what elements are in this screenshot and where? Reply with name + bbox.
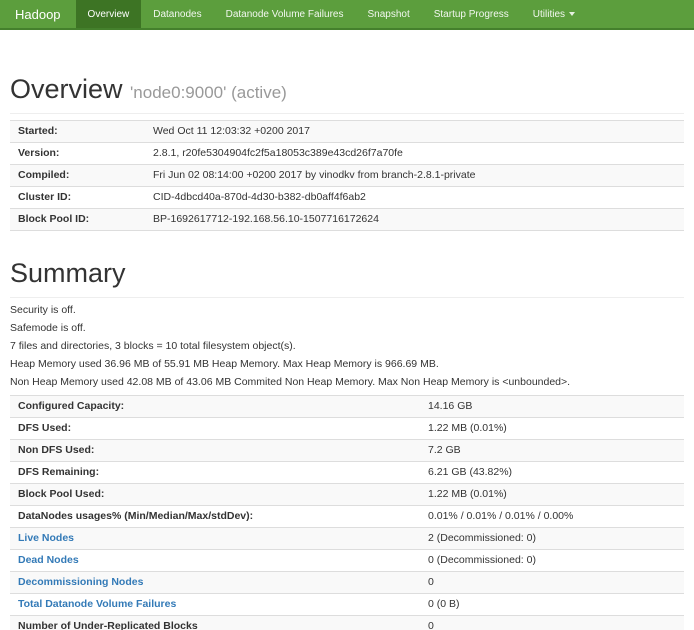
nav-item-label: Datanode Volume Failures [226, 9, 344, 20]
decommissioning-nodes-link[interactable]: Decommissioning Nodes [18, 576, 143, 588]
summary-notes: Security is off. Safemode is off. 7 file… [10, 305, 684, 388]
row-value: 1.22 MB (0.01%) [420, 484, 684, 506]
heap-memory-usage: Heap Memory used 36.96 MB of 55.91 MB He… [10, 359, 684, 370]
overview-title: Overview [10, 74, 123, 104]
row-value: 0.01% / 0.01% / 0.01% / 0.00% [420, 506, 684, 528]
table-row-compiled: Compiled: Fri Jun 02 08:14:00 +0200 2017… [10, 165, 684, 187]
nav-item-snapshot[interactable]: Snapshot [355, 0, 421, 28]
table-row-total-datanode-volume-failures: Total Datanode Volume Failures 0 (0 B) [10, 594, 684, 616]
nav-item-datanode-volume-failures[interactable]: Datanode Volume Failures [214, 0, 356, 28]
row-label: DFS Remaining: [10, 462, 420, 484]
hadoop-brand[interactable]: Hadoop [0, 0, 76, 28]
row-label: Block Pool Used: [10, 484, 420, 506]
nav-item-overview[interactable]: Overview [76, 0, 142, 28]
nav-item-label: Datanodes [153, 9, 201, 20]
table-row-started: Started: Wed Oct 11 12:03:32 +0200 2017 [10, 121, 684, 143]
total-datanode-volume-failures-link[interactable]: Total Datanode Volume Failures [18, 598, 176, 610]
table-row-block-pool-used: Block Pool Used: 1.22 MB (0.01%) [10, 484, 684, 506]
row-label: DFS Used: [10, 418, 420, 440]
table-row-live-nodes: Live Nodes 2 (Decommissioned: 0) [10, 528, 684, 550]
row-label: DataNodes usages% (Min/Median/Max/stdDev… [10, 506, 420, 528]
row-label: Version: [10, 143, 145, 165]
overview-info-table: Started: Wed Oct 11 12:03:32 +0200 2017 … [10, 120, 684, 231]
row-value: Fri Jun 02 08:14:00 +0200 2017 by vinodk… [145, 165, 684, 187]
namenode-address: 'node0:9000' (active) [130, 83, 287, 102]
row-value: 0 (0 B) [420, 594, 684, 616]
security-status: Security is off. [10, 305, 684, 316]
safemode-status: Safemode is off. [10, 323, 684, 334]
table-row-dfs-used: DFS Used: 1.22 MB (0.01%) [10, 418, 684, 440]
row-label: Cluster ID: [10, 187, 145, 209]
summary-stats-table: Configured Capacity: 14.16 GB DFS Used: … [10, 395, 684, 630]
row-label: Compiled: [10, 165, 145, 187]
summary-title: Summary [10, 258, 126, 288]
row-value: 2 (Decommissioned: 0) [420, 528, 684, 550]
table-row-version: Version: 2.8.1, r20fe5304904fc2f5a18053c… [10, 143, 684, 165]
table-row-configured-capacity: Configured Capacity: 14.16 GB [10, 396, 684, 418]
row-value: 0 [420, 572, 684, 594]
filesystem-objects-count: 7 files and directories, 3 blocks = 10 t… [10, 341, 684, 352]
navbar-menu: Overview Datanodes Datanode Volume Failu… [76, 0, 587, 28]
table-row-dead-nodes: Dead Nodes 0 (Decommissioned: 0) [10, 550, 684, 572]
non-heap-memory-usage: Non Heap Memory used 42.08 MB of 43.06 M… [10, 377, 684, 388]
heading-divider [10, 297, 684, 298]
nav-item-datanodes[interactable]: Datanodes [141, 0, 213, 28]
row-label: Number of Under-Replicated Blocks [10, 616, 420, 630]
row-value: BP-1692617712-192.168.56.10-150771617262… [145, 209, 684, 231]
nav-item-utilities-dropdown[interactable]: Utilities [521, 0, 587, 28]
nav-item-label: Overview [88, 9, 130, 20]
row-value: 7.2 GB [420, 440, 684, 462]
top-navbar: Hadoop Overview Datanodes Datanode Volum… [0, 0, 694, 30]
heading-divider [10, 113, 684, 114]
nav-item-label: Utilities [533, 9, 565, 20]
row-value: 0 (Decommissioned: 0) [420, 550, 684, 572]
live-nodes-link[interactable]: Live Nodes [18, 532, 74, 544]
table-row-non-dfs-used: Non DFS Used: 7.2 GB [10, 440, 684, 462]
row-value: 6.21 GB (43.82%) [420, 462, 684, 484]
row-value: 1.22 MB (0.01%) [420, 418, 684, 440]
row-value: CID-4dbcd40a-870d-4d30-b382-db0aff4f6ab2 [145, 187, 684, 209]
table-row-block-pool-id: Block Pool ID: BP-1692617712-192.168.56.… [10, 209, 684, 231]
row-label: Non DFS Used: [10, 440, 420, 462]
nav-item-label: Startup Progress [434, 9, 509, 20]
page-content: Overview 'node0:9000' (active) Started: … [0, 74, 694, 630]
table-row-decommissioning-nodes: Decommissioning Nodes 0 [10, 572, 684, 594]
row-label: Configured Capacity: [10, 396, 420, 418]
row-value: Wed Oct 11 12:03:32 +0200 2017 [145, 121, 684, 143]
caret-down-icon [569, 12, 575, 16]
overview-heading: Overview 'node0:9000' (active) [10, 74, 684, 105]
table-row-under-replicated-blocks: Number of Under-Replicated Blocks 0 [10, 616, 684, 630]
nav-item-startup-progress[interactable]: Startup Progress [422, 0, 521, 28]
table-row-dfs-remaining: DFS Remaining: 6.21 GB (43.82%) [10, 462, 684, 484]
nav-item-label: Snapshot [367, 9, 409, 20]
table-row-datanodes-usages: DataNodes usages% (Min/Median/Max/stdDev… [10, 506, 684, 528]
row-label: Block Pool ID: [10, 209, 145, 231]
summary-heading: Summary [10, 258, 684, 289]
row-value: 14.16 GB [420, 396, 684, 418]
row-value: 2.8.1, r20fe5304904fc2f5a18053c389e43cd2… [145, 143, 684, 165]
row-value: 0 [420, 616, 684, 630]
row-label: Started: [10, 121, 145, 143]
dead-nodes-link[interactable]: Dead Nodes [18, 554, 79, 566]
table-row-cluster-id: Cluster ID: CID-4dbcd40a-870d-4d30-b382-… [10, 187, 684, 209]
